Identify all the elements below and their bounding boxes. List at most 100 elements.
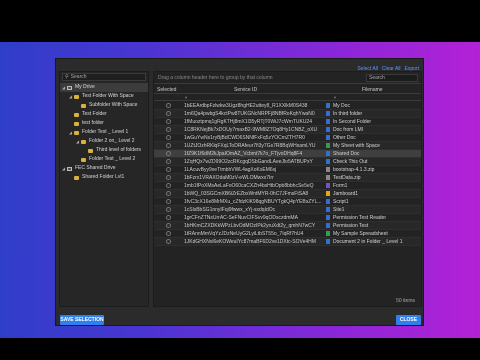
filename-cell: Jamboard1 [333, 191, 359, 197]
file-type-icon [326, 143, 330, 148]
tree-node-label: Subfolder With Space [89, 102, 138, 108]
file-type-icon [326, 135, 330, 140]
file-type-icon [326, 207, 330, 212]
row-select-checkbox[interactable] [166, 143, 171, 148]
file-type-icon [326, 199, 330, 204]
row-select-checkbox[interactable] [166, 159, 171, 164]
table-row[interactable]: 1m6Qa4pwbgS4kctPw8TUKGNcNRPFj8NBfRoKqhYw… [154, 110, 421, 118]
grid-rows: 1bEEArdbpFzlwkw3Ugz8hgHE2uttey8_R1XXlkM0… [154, 102, 421, 246]
row-select-checkbox[interactable] [166, 207, 171, 212]
file-type-icon [326, 159, 330, 164]
tree-node-label: Third level of folders [96, 147, 142, 153]
table-row[interactable]: 1fvC3cX16e8MrMXu_cZfdzKlK98qgNBUYTgkQ4pY… [154, 198, 421, 206]
folder-icon [74, 112, 79, 117]
table-row[interactable]: 1wGuYwNs1ryBjBdCWD6SNNfFxFq5zYOCmZTH7R0 O… [154, 134, 421, 142]
row-select-checkbox[interactable] [166, 231, 171, 236]
tree-node-label: Folder 2 on_ Level 2 [89, 138, 135, 144]
item-count: 50 items [396, 298, 415, 304]
table-row[interactable]: 1UZtJOzhRKlqFXqLToDRAfeur7fi3y7Gs7R8BqWH… [154, 142, 421, 150]
filter-icon[interactable]: ▼ [333, 95, 337, 100]
row-select-checkbox[interactable] [166, 103, 171, 108]
row-select-checkbox[interactable] [166, 119, 171, 124]
file-type-icon [326, 215, 330, 220]
file-type-icon [326, 127, 330, 132]
service-id-cell: 1bEEArdbpFzlwkw3Ugz8hgHE2uttey8_R1XXlkM0… [184, 103, 308, 109]
tree-node[interactable]: Shared Folder Lvl1 [60, 173, 148, 182]
service-id-cell: 1JKdGHXNxl6eKOWeuIYc87maBF6D2ve1DXtc-SOV… [184, 239, 316, 245]
table-row[interactable]: 1JKdGHXNxl6eKOWeuIYc87maBF6D2ve1DXtc-SOV… [154, 238, 421, 246]
tree-node[interactable]: Subfolder With Space [60, 101, 148, 110]
row-select-checkbox[interactable] [166, 167, 171, 172]
column-header-filename[interactable]: Filename [362, 87, 383, 93]
file-type-icon [326, 151, 330, 156]
filename-cell: Permission Test [333, 223, 369, 229]
filename-cell: Check This Out [333, 159, 368, 165]
tree-node-label: Test Folder With Space [82, 93, 134, 99]
column-headers: Selected Service ID Filename [154, 85, 421, 94]
file-type-icon [326, 111, 330, 116]
filename-cell: My Sheet with Space [333, 143, 380, 149]
service-id-cell: 1grCFnZTNsUrrAC-SeFNuvCIFSvv9qODsczdmMA [184, 215, 298, 221]
table-row[interactable]: 1C8RKNejBk7xDOUy7maxB2-9WM8Z7Oq8Hy1CNBZ_… [154, 126, 421, 134]
row-select-checkbox[interactable] [166, 191, 171, 196]
row-select-checkbox[interactable] [166, 199, 171, 204]
table-row[interactable]: 1cSlsBbSG1nnyIFqi9fwwx_xYj-sxdqIdOc Site1 [154, 206, 421, 214]
table-row[interactable]: 1bEEArdbpFzlwkw3Ugz8hgHE2uttey8_R1XXlkM0… [154, 102, 421, 110]
tree-search-input[interactable]: ⚲ Search [62, 73, 146, 81]
close-button[interactable]: CLOSE [396, 315, 421, 325]
row-select-checkbox[interactable] [166, 135, 171, 140]
row-select-checkbox[interactable] [166, 239, 171, 244]
table-row[interactable]: 1bFzrx1VRAXOdaM0zV-eWLOMwxx7Irr TestData.… [154, 174, 421, 182]
table-row[interactable]: 1bHKmCZXDKkWPzLbvOdMOzIPk2yruXdt2y_qmhN7… [154, 222, 421, 230]
service-id-cell: 1UZtJOzhRKlqFXqLToDRAfeur7fi3y7Gs7R8BqWH… [184, 143, 316, 149]
tree-search-label: Search [70, 74, 87, 80]
filename-cell: TestData.zip [333, 175, 361, 181]
row-select-checkbox[interactable] [166, 215, 171, 220]
service-id-cell: 1bHKmCZXDKkWPzLbvOdMOzIPk2yruXdt2y_qmhN7… [184, 223, 316, 229]
column-header-service-id[interactable]: Service ID [234, 87, 257, 93]
row-select-checkbox[interactable] [166, 127, 171, 132]
row-select-checkbox[interactable] [166, 151, 171, 156]
save-selection-button[interactable]: SAVE SELECTION [60, 315, 104, 325]
file-type-icon [326, 119, 330, 124]
folder-icon [81, 157, 86, 162]
filename-cell: Shared Doc [333, 151, 360, 157]
table-row[interactable]: 1mb1fPoXMsAeLaFoO60caCXZh4bsHtbOpb8bbhcS… [154, 182, 421, 190]
row-select-checkbox[interactable] [166, 183, 171, 188]
tree-node-label: FEC Shared Drive [75, 165, 116, 171]
column-header-selected[interactable]: Selected [157, 87, 176, 93]
row-select-checkbox[interactable] [166, 111, 171, 116]
service-id-cell: 1LAcuvByy9xeTtmbhVWL4agXoKsEM6sj [184, 167, 277, 173]
service-id-cell: 1m6Qa4pwbgS4kctPw8TUKGNcNRPFj8NBfRoKqhYw… [184, 111, 315, 117]
filename-cell: Script1 [333, 199, 349, 205]
tree-node[interactable]: test folder [60, 119, 148, 128]
drive-icon [67, 166, 72, 171]
tree-node[interactable]: ◢ FEC Shared Drive [60, 164, 148, 173]
tree-node[interactable]: Third level of folders [60, 146, 148, 155]
table-row[interactable]: 1LAcuvByy9xeTtmbhVWL4agXoKsEM6sj bootstra… [154, 166, 421, 174]
table-row[interactable]: 1ZqHQx7wZD99O2zcRKcgqDSbGandLAeeJlo5ATBU… [154, 158, 421, 166]
tree-node[interactable]: Folder Test _ Level 2 [60, 155, 148, 164]
tree-node[interactable]: ◢ My Drive [60, 83, 148, 92]
file-type-icon [326, 191, 330, 196]
tree-node[interactable]: ◢ Test Folder With Space [60, 92, 148, 101]
service-id-cell: 1C8RKNejBk7xDOUy7maxB2-9WM8Z7Oq8Hy1CNBZ_… [184, 127, 318, 133]
tree-node-label: Folder Test _ Level 2 [89, 156, 136, 162]
row-select-checkbox[interactable] [166, 175, 171, 180]
folder-tree: ⚲ Search ◢ My Drive ◢ Test Folder With Spac… [59, 71, 149, 307]
group-by-bar[interactable]: Drag a column header here to group by th… [154, 72, 421, 84]
table-row[interactable]: 1tRAnnMmVqYzJDzNeUyG2LyiLtbST55o_7IqRf7h… [154, 230, 421, 238]
table-row[interactable]: 1bWQ_03SGCmXB6iZrEZbxWntMYR-0hC7JFmsFtSA… [154, 190, 421, 198]
file-grid: Drag a column header here to group by th… [153, 71, 422, 307]
filename-cell: bootstrap-4.1.3.zip [333, 167, 375, 173]
tree-node[interactable]: ◢ Folder Test _ Level 1 [60, 128, 148, 137]
tree-node[interactable]: ◢ Folder 2 on_ Level 2 [60, 137, 148, 146]
letterbox-bottom [0, 338, 480, 360]
table-row[interactable]: 1fZ9K1f6dM2kJpaIOmAZ_Vcbmt7k7o_FTjvoDHq8… [154, 150, 421, 158]
row-select-checkbox[interactable] [166, 223, 171, 228]
table-row[interactable]: 1grCFnZTNsUrrAC-SeFNuvCIFSvv9qODsczdmMA P… [154, 214, 421, 222]
tree-node[interactable]: Test Folder [60, 110, 148, 119]
filter-icon[interactable]: ▼ [184, 95, 188, 100]
grid-search-input[interactable]: Search [366, 74, 418, 82]
table-row[interactable]: 1fMuoztpmq1gRgKTHj8mX1l35yRTjT0WiJ7cWmTU… [154, 118, 421, 126]
